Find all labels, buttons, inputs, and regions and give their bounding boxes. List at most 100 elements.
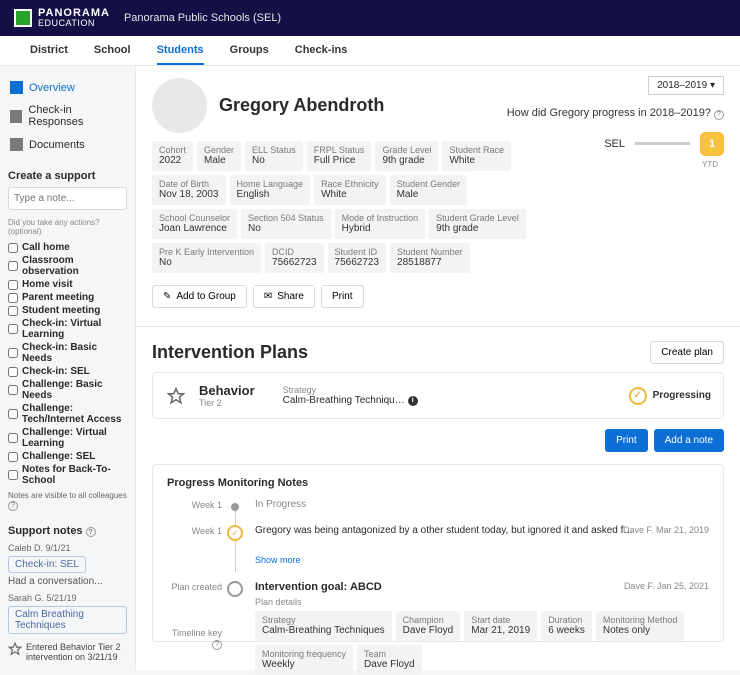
action-checkbox[interactable]: Notes for Back-To-School: [8, 463, 127, 487]
checkbox-input[interactable]: [8, 293, 18, 303]
plan-print-button[interactable]: Print: [605, 429, 648, 452]
checkbox-input[interactable]: [8, 470, 18, 480]
info-icon[interactable]: i: [408, 396, 418, 406]
detail-label: Champion: [403, 615, 454, 625]
meta-label: Student Grade Level: [436, 213, 519, 223]
main-tabs: District School Students Groups Check-in…: [0, 36, 740, 66]
checkbox-label: Challenge: Virtual Learning: [22, 427, 127, 449]
action-checkbox[interactable]: Challenge: Basic Needs: [8, 378, 127, 402]
meta-box: Cohort2022: [152, 141, 193, 171]
actions-checklist: Call homeClassroom observationHome visit…: [8, 241, 127, 487]
action-checkbox[interactable]: Check-in: SEL: [8, 365, 127, 378]
sidebar-item-checkins[interactable]: Check-in Responses: [8, 99, 127, 133]
detail-value: Mar 21, 2019: [471, 625, 530, 636]
share-button[interactable]: ✉ Share: [253, 285, 315, 308]
detail-value: Dave Floyd: [364, 659, 415, 670]
meta-value: Male: [204, 155, 234, 166]
meta-box: Race EthnicityWhite: [314, 175, 386, 205]
meta-value: Nov 18, 2003: [159, 189, 219, 200]
star-icon: [8, 642, 22, 656]
info-icon[interactable]: ?: [212, 640, 222, 650]
sel-score-badge: 1: [700, 132, 724, 156]
info-icon[interactable]: ?: [8, 501, 18, 511]
mail-icon: ✉: [264, 291, 272, 302]
add-to-group-button[interactable]: ✎ Add to Group: [152, 285, 247, 308]
detail-label: Strategy: [262, 615, 385, 625]
student-name: Gregory Abendroth: [219, 95, 384, 116]
checkbox-input[interactable]: [8, 409, 18, 419]
checkbox-label: Challenge: Tech/Internet Access: [22, 403, 127, 425]
action-checkbox[interactable]: Call home: [8, 241, 127, 254]
timeline-text: Gregory was being antagonized by a other…: [255, 525, 633, 536]
meta-box: School CounselorJoan Lawrence: [152, 209, 237, 239]
info-icon[interactable]: ?: [714, 110, 724, 120]
meta-value: Male: [397, 189, 461, 200]
topbar: PANORAMA EDUCATION Panorama Public Schoo…: [0, 0, 740, 36]
show-more-link[interactable]: Show more: [255, 555, 709, 565]
note-tag[interactable]: Calm Breathing Techniques: [8, 606, 127, 634]
sidebar-item-overview[interactable]: Overview: [8, 76, 127, 99]
timeline-label: Plan created: [167, 581, 222, 592]
action-checkbox[interactable]: Challenge: SEL: [8, 450, 127, 463]
checkbox-input[interactable]: [8, 280, 18, 290]
detail-value: Weekly: [262, 659, 346, 670]
create-plan-button[interactable]: Create plan: [650, 341, 724, 364]
sidebar-item-documents[interactable]: Documents: [8, 133, 127, 156]
checkbox-input[interactable]: [8, 433, 18, 443]
checkbox-input[interactable]: [8, 324, 18, 334]
detail-label: Monitoring Method: [603, 615, 678, 625]
meta-value: 9th grade: [382, 155, 431, 166]
meta-value: No: [252, 155, 296, 166]
plan-card[interactable]: Behavior Tier 2 Strategy Calm-Breathing …: [152, 372, 724, 419]
timeline-check-icon: ✓: [227, 525, 243, 541]
detail-box: Start dateMar 21, 2019: [464, 611, 537, 641]
checkbox-input[interactable]: [8, 243, 18, 253]
ytd-label: YTD: [494, 160, 718, 169]
action-checkbox[interactable]: Check-in: Virtual Learning: [8, 317, 127, 341]
action-checkbox[interactable]: Parent meeting: [8, 291, 127, 304]
detail-box: ChampionDave Floyd: [396, 611, 461, 641]
year-select[interactable]: 2018–2019 ▾: [648, 76, 724, 95]
tab-students[interactable]: Students: [157, 36, 204, 65]
meta-value: White: [321, 189, 379, 200]
action-checkbox[interactable]: Classroom observation: [8, 254, 127, 278]
tab-checkins[interactable]: Check-ins: [295, 36, 348, 65]
intervention-plans-title: Intervention Plans: [152, 342, 308, 363]
action-checkbox[interactable]: Challenge: Virtual Learning: [8, 426, 127, 450]
note-text: Had a conversation...: [8, 576, 127, 587]
support-notes-title: Support notes ?: [8, 525, 127, 538]
action-checkbox[interactable]: Challenge: Tech/Internet Access: [8, 402, 127, 426]
add-note-button[interactable]: Add a note: [654, 429, 724, 452]
checkbox-input[interactable]: [8, 385, 18, 395]
detail-box: StrategyCalm-Breathing Techniques: [255, 611, 392, 641]
info-icon[interactable]: ?: [86, 527, 96, 537]
avatar: [152, 78, 207, 133]
checkbox-input[interactable]: [8, 367, 18, 377]
action-checkbox[interactable]: Student meeting: [8, 304, 127, 317]
checkbox-input[interactable]: [8, 348, 18, 358]
strategy-value: Calm-Breathing Techniqu…: [283, 395, 405, 406]
detail-label: Team: [364, 649, 415, 659]
action-checkbox[interactable]: Home visit: [8, 278, 127, 291]
tab-district[interactable]: District: [30, 36, 68, 65]
meta-value: English: [237, 189, 304, 200]
main-panel: 2018–2019 ▾ How did Gregory progress in …: [135, 66, 740, 670]
meta-label: Mode of Instruction: [342, 213, 419, 223]
print-button[interactable]: Print: [321, 285, 364, 308]
checkbox-input[interactable]: [8, 261, 18, 271]
meta-value: No: [159, 257, 254, 268]
meta-label: Section 504 Status: [248, 213, 324, 223]
checkbox-input[interactable]: [8, 306, 18, 316]
tab-school[interactable]: School: [94, 36, 131, 65]
meta-label: Pre K Early Intervention: [159, 247, 254, 257]
star-note-text: Entered Behavior Tier 2 intervention on …: [26, 642, 127, 662]
note-tag[interactable]: Check-in: SEL: [8, 556, 86, 573]
sel-trend-bar: [635, 142, 690, 145]
tab-groups[interactable]: Groups: [230, 36, 269, 65]
detail-box: Monitoring frequencyWeekly: [255, 645, 353, 675]
checkbox-input[interactable]: [8, 452, 18, 462]
checkbox-label: Check-in: SEL: [22, 366, 90, 377]
support-note-input[interactable]: [8, 187, 127, 210]
action-checkbox[interactable]: Check-in: Basic Needs: [8, 341, 127, 365]
sidebar: Overview Check-in Responses Documents Cr…: [0, 66, 135, 670]
